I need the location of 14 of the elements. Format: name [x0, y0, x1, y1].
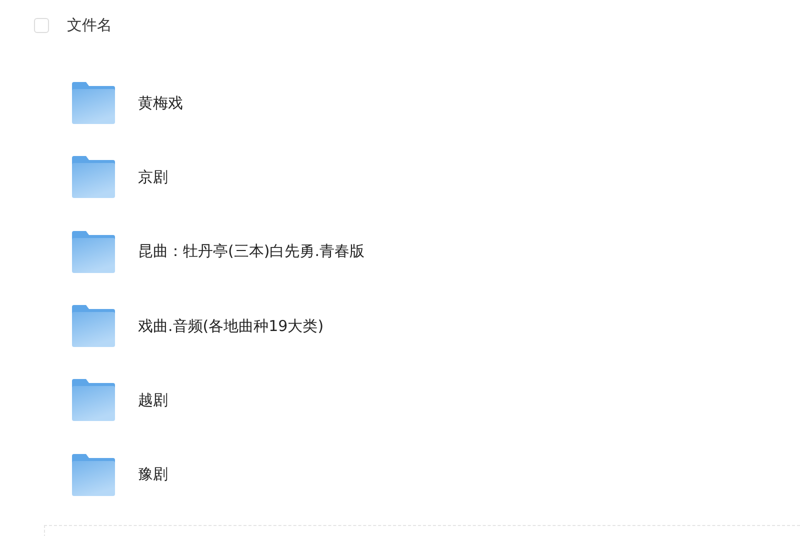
folder-name[interactable]: 黄梅戏 [138, 94, 183, 113]
column-header: 文件名 [67, 16, 112, 34]
folder-name[interactable]: 豫剧 [138, 465, 168, 484]
folder-icon [71, 230, 115, 273]
folder-icon [71, 379, 115, 422]
checkbox[interactable] [34, 18, 49, 32]
folder-icon [71, 156, 115, 198]
folder-icon [71, 454, 115, 496]
folder-icon [71, 82, 115, 124]
folder-name[interactable]: 昆曲：牡丹亭(三本)白先勇.青春版 [138, 242, 364, 262]
folder-icon [71, 305, 115, 348]
folder-name[interactable]: 京剧 [138, 168, 168, 187]
folder-name[interactable]: 戏曲.音频(各地曲种19大类) [138, 316, 324, 336]
folder-name[interactable]: 越剧 [138, 390, 168, 410]
